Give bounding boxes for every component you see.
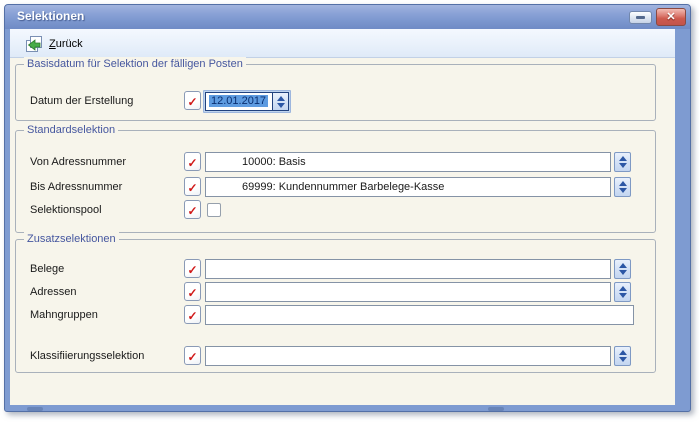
klassifiierungsselektion-check-button[interactable]: ✓ <box>184 346 201 365</box>
adressen-spinner-button[interactable] <box>614 282 631 302</box>
belege-spinner-button[interactable] <box>614 259 631 279</box>
selektionspool-label: Selektionspool <box>30 200 102 220</box>
dialog-client-area: Zurück Basisdatum für Selektion der fäll… <box>10 29 675 405</box>
mahngruppen-label: Mahngruppen <box>30 305 98 325</box>
adressen-field[interactable] <box>205 282 611 302</box>
back-arrow-pages-icon <box>25 35 43 53</box>
belege-check-button[interactable]: ✓ <box>184 259 201 278</box>
red-checkmark-icon: ✓ <box>187 96 197 108</box>
red-checkmark-icon: ✓ <box>187 287 197 299</box>
resize-grip <box>488 407 504 411</box>
row-mahngruppen: Mahngruppen ✓ <box>16 305 655 325</box>
von-adressnummer-label: Von Adressnummer <box>30 152 126 172</box>
resize-grip <box>27 407 43 411</box>
datum-check-button[interactable]: ✓ <box>184 91 201 110</box>
spin-down-icon <box>619 293 627 298</box>
row-bis-adressnummer: Bis Adressnummer ✓ 69999: Kundennummer B… <box>16 177 655 197</box>
toolbar: Zurück <box>10 29 675 58</box>
adressen-check-button[interactable]: ✓ <box>184 282 201 301</box>
spin-up-icon <box>619 181 627 186</box>
row-datum-der-erstellung: Datum der Erstellung ✓ 12.01.2017 <box>16 91 655 111</box>
selektionen-dialog: Selektionen ✕ Zurück Basisdatum für Sele… <box>4 4 691 412</box>
red-checkmark-icon: ✓ <box>187 182 197 194</box>
minimize-icon <box>636 16 645 19</box>
selektionspool-checkbox[interactable] <box>207 203 221 217</box>
row-belege: Belege ✓ <box>16 259 655 279</box>
red-checkmark-icon: ✓ <box>187 264 197 276</box>
spin-down-icon <box>619 357 627 362</box>
group-basisdatum: Basisdatum für Selektion der fälligen Po… <box>15 64 656 121</box>
red-checkmark-icon: ✓ <box>187 310 197 322</box>
close-icon: ✕ <box>666 12 675 23</box>
von-adressnummer-check-button[interactable]: ✓ <box>184 152 201 171</box>
bis-adressnummer-spinner-button[interactable] <box>614 177 631 197</box>
klassifiierungsselektion-field[interactable] <box>205 346 611 366</box>
mahngruppen-field[interactable] <box>205 305 634 325</box>
date-spinner-button[interactable] <box>272 93 288 110</box>
spin-up-icon <box>619 286 627 291</box>
close-button[interactable]: ✕ <box>656 8 686 26</box>
spin-down-icon <box>277 103 285 108</box>
date-value[interactable]: 12.01.2017 <box>206 93 272 110</box>
spin-up-icon <box>619 156 627 161</box>
bis-adressnummer-label: Bis Adressnummer <box>30 177 122 197</box>
spin-up-icon <box>619 350 627 355</box>
bis-adressnummer-check-button[interactable]: ✓ <box>184 177 201 196</box>
minimize-button[interactable] <box>629 11 652 24</box>
spin-up-icon <box>277 96 285 101</box>
datum-der-erstellung-field[interactable]: 12.01.2017 <box>203 90 291 113</box>
content-panel: Basisdatum für Selektion der fälligen Po… <box>10 59 675 405</box>
window-bottom-frame <box>5 405 690 413</box>
adressen-label: Adressen <box>30 282 76 302</box>
back-button[interactable]: Zurück <box>19 32 89 55</box>
row-adressen: Adressen ✓ <box>16 282 655 302</box>
klassifiierungsselektion-spinner-button[interactable] <box>614 346 631 366</box>
bis-adressnummer-field[interactable]: 69999: Kundennummer Barbelege-Kasse <box>205 177 611 197</box>
spin-up-icon <box>619 263 627 268</box>
row-selektionspool: Selektionspool ✓ <box>16 200 655 220</box>
window-title: Selektionen <box>17 5 84 28</box>
belege-label: Belege <box>30 259 64 279</box>
titlebar[interactable]: Selektionen ✕ <box>5 5 690 29</box>
von-adressnummer-field[interactable]: 10000: Basis <box>205 152 611 172</box>
row-von-adressnummer: Von Adressnummer ✓ 10000: Basis <box>16 152 655 172</box>
spin-down-icon <box>619 188 627 193</box>
group-standardselektion-title: Standardselektion <box>24 123 118 137</box>
red-checkmark-icon: ✓ <box>187 157 197 169</box>
spin-down-icon <box>619 163 627 168</box>
group-standardselektion: Standardselektion Von Adressnummer ✓ 100… <box>15 130 656 233</box>
group-zusatzselektionen: Zusatzselektionen Belege ✓ Adresse <box>15 239 656 373</box>
von-adressnummer-value: 10000: Basis <box>206 153 610 171</box>
group-zusatzselektionen-title: Zusatzselektionen <box>24 232 119 246</box>
bis-adressnummer-value: 69999: Kundennummer Barbelege-Kasse <box>206 178 610 196</box>
back-button-label: Zurück <box>49 38 83 50</box>
red-checkmark-icon: ✓ <box>187 205 197 217</box>
spin-down-icon <box>619 270 627 275</box>
belege-field[interactable] <box>205 259 611 279</box>
row-klassifiierungsselektion: Klassifiierungsselektion ✓ <box>16 346 655 366</box>
datum-der-erstellung-label: Datum der Erstellung <box>30 91 133 111</box>
red-checkmark-icon: ✓ <box>187 351 197 363</box>
selected-date-text: 12.01.2017 <box>209 95 268 107</box>
group-basisdatum-title: Basisdatum für Selektion der fälligen Po… <box>24 57 246 71</box>
selektionspool-check-button[interactable]: ✓ <box>184 200 201 219</box>
mahngruppen-check-button[interactable]: ✓ <box>184 305 201 324</box>
klassifiierungsselektion-label: Klassifiierungsselektion <box>30 346 144 366</box>
von-adressnummer-spinner-button[interactable] <box>614 152 631 172</box>
